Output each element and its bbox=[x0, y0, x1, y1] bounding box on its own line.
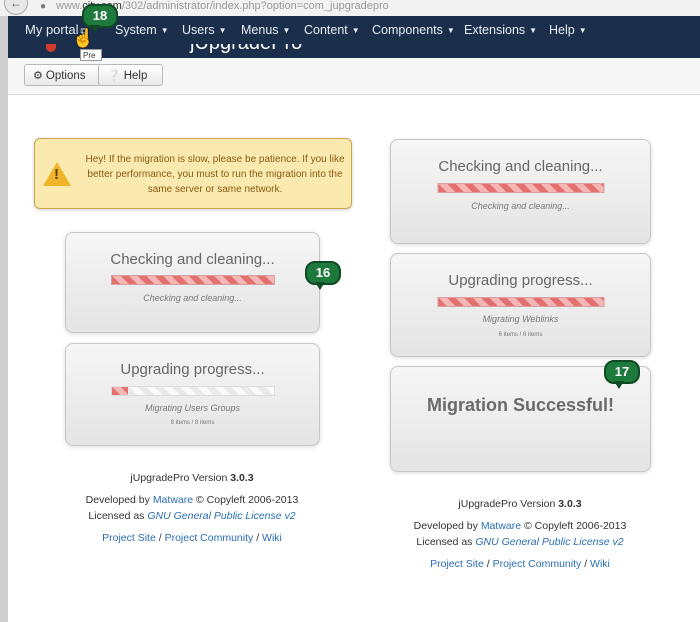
footer-left: jUpgradePro Version 3.0.3 Developed by M… bbox=[42, 470, 342, 546]
callout-badge: 18 bbox=[82, 4, 118, 33]
window-edge bbox=[0, 16, 8, 622]
joomla-logo-icon bbox=[46, 44, 56, 52]
project-links: Project Site / Project Community / Wiki bbox=[430, 558, 610, 570]
caret-down-icon: ▼ bbox=[446, 25, 455, 35]
upgrading-panel-right: Upgrading progress... Migrating Weblinks… bbox=[390, 253, 651, 357]
checking-panel-left: Checking and cleaning... Checking and cl… bbox=[65, 232, 320, 333]
progress-bar bbox=[110, 386, 275, 396]
developed-line: Developed by Matware © Copyleft 2006-201… bbox=[413, 520, 627, 532]
callout-badge: 17 bbox=[604, 360, 640, 389]
caret-down-icon: ▼ bbox=[578, 25, 587, 35]
footer-right: jUpgradePro Version 3.0.3 Developed by M… bbox=[370, 496, 670, 572]
warning-text: Hey! If the migration is slow, please be… bbox=[85, 154, 345, 195]
page-title: jUpgradePro bbox=[190, 44, 302, 55]
progress-bar bbox=[437, 183, 604, 193]
success-message: Migration Successful! bbox=[426, 395, 615, 415]
project-community-link[interactable]: Project Community bbox=[493, 558, 582, 570]
menu-extensions[interactable]: Extensions ▼ bbox=[464, 16, 537, 44]
project-site-link[interactable]: Project Site bbox=[102, 532, 156, 544]
exclamation-icon: ! bbox=[54, 166, 59, 183]
menu-users[interactable]: Users ▼ bbox=[182, 16, 227, 44]
license-link[interactable]: GNU General Public License v2 bbox=[475, 536, 623, 548]
wiki-link[interactable]: Wiki bbox=[590, 558, 610, 570]
upgrading-status: Migrating Users Groups bbox=[144, 403, 241, 413]
progress-fill bbox=[111, 276, 274, 284]
developed-line: Developed by Matware © Copyleft 2006-201… bbox=[85, 494, 299, 506]
gear-icon: ⚙ bbox=[33, 70, 43, 82]
license-line: Licensed as GNU General Public License v… bbox=[416, 536, 624, 548]
question-icon: ❔ bbox=[107, 70, 121, 82]
caret-down-icon: ▼ bbox=[351, 25, 360, 35]
menu-components[interactable]: Components ▼ bbox=[372, 16, 455, 44]
help-button[interactable]: ❔ Help bbox=[98, 64, 163, 86]
wiki-link[interactable]: Wiki bbox=[262, 532, 282, 544]
project-site-link[interactable]: Project Site bbox=[430, 558, 484, 570]
options-button[interactable]: ⚙ Options bbox=[24, 64, 101, 86]
upgrading-title: Upgrading progress... bbox=[448, 272, 593, 289]
checking-title: Checking and cleaning... bbox=[438, 158, 603, 175]
warning-alert: ! Hey! If the migration is slow, please … bbox=[34, 138, 352, 209]
upgrading-title: Upgrading progress... bbox=[120, 361, 265, 378]
progress-fill bbox=[438, 298, 603, 306]
project-community-link[interactable]: Project Community bbox=[165, 532, 254, 544]
progress-bar bbox=[110, 275, 275, 285]
caret-down-icon: ▼ bbox=[529, 25, 538, 35]
checking-status: Checking and cleaning... bbox=[471, 201, 570, 211]
upgrading-status: Migrating Weblinks bbox=[482, 314, 559, 324]
back-arrow-icon[interactable]: ← bbox=[4, 0, 28, 15]
menu-menus[interactable]: Menus ▼ bbox=[241, 16, 290, 44]
progress-fill bbox=[111, 387, 128, 395]
globe-icon: ● bbox=[40, 1, 47, 12]
callout-badge: 16 bbox=[305, 261, 341, 290]
caret-down-icon: ▼ bbox=[218, 25, 227, 35]
tooltip: Pre bbox=[80, 49, 102, 61]
toolbar: ⚙ Options ❔ Help bbox=[8, 58, 700, 95]
items-count: 6 items / 6 items bbox=[498, 332, 543, 338]
license-line: Licensed as GNU General Public License v… bbox=[88, 510, 296, 522]
menu-content[interactable]: Content ▼ bbox=[304, 16, 360, 44]
license-link[interactable]: GNU General Public License v2 bbox=[147, 510, 295, 522]
author-link[interactable]: Matware bbox=[153, 494, 193, 506]
upgrading-panel-left: Upgrading progress... Migrating Users Gr… bbox=[65, 343, 320, 446]
progress-bar bbox=[437, 297, 604, 307]
items-count: 8 items / 8 items bbox=[170, 420, 215, 426]
caret-down-icon: ▼ bbox=[282, 25, 291, 35]
progress-fill bbox=[438, 184, 603, 192]
component-header: jUpgradePro bbox=[8, 44, 700, 58]
version-line: jUpgradePro Version 3.0.3 bbox=[130, 472, 254, 484]
menu-system[interactable]: System ▼ bbox=[115, 16, 169, 44]
checking-panel-right: Checking and cleaning... Checking and cl… bbox=[390, 139, 651, 244]
caret-down-icon: ▼ bbox=[160, 25, 169, 35]
author-link[interactable]: Matware bbox=[481, 520, 521, 532]
project-links: Project Site / Project Community / Wiki bbox=[102, 532, 282, 544]
checking-status: Checking and cleaning... bbox=[143, 293, 242, 303]
version-line: jUpgradePro Version 3.0.3 bbox=[458, 498, 582, 510]
menu-help[interactable]: Help ▼ bbox=[549, 16, 587, 44]
checking-title: Checking and cleaning... bbox=[110, 251, 275, 268]
